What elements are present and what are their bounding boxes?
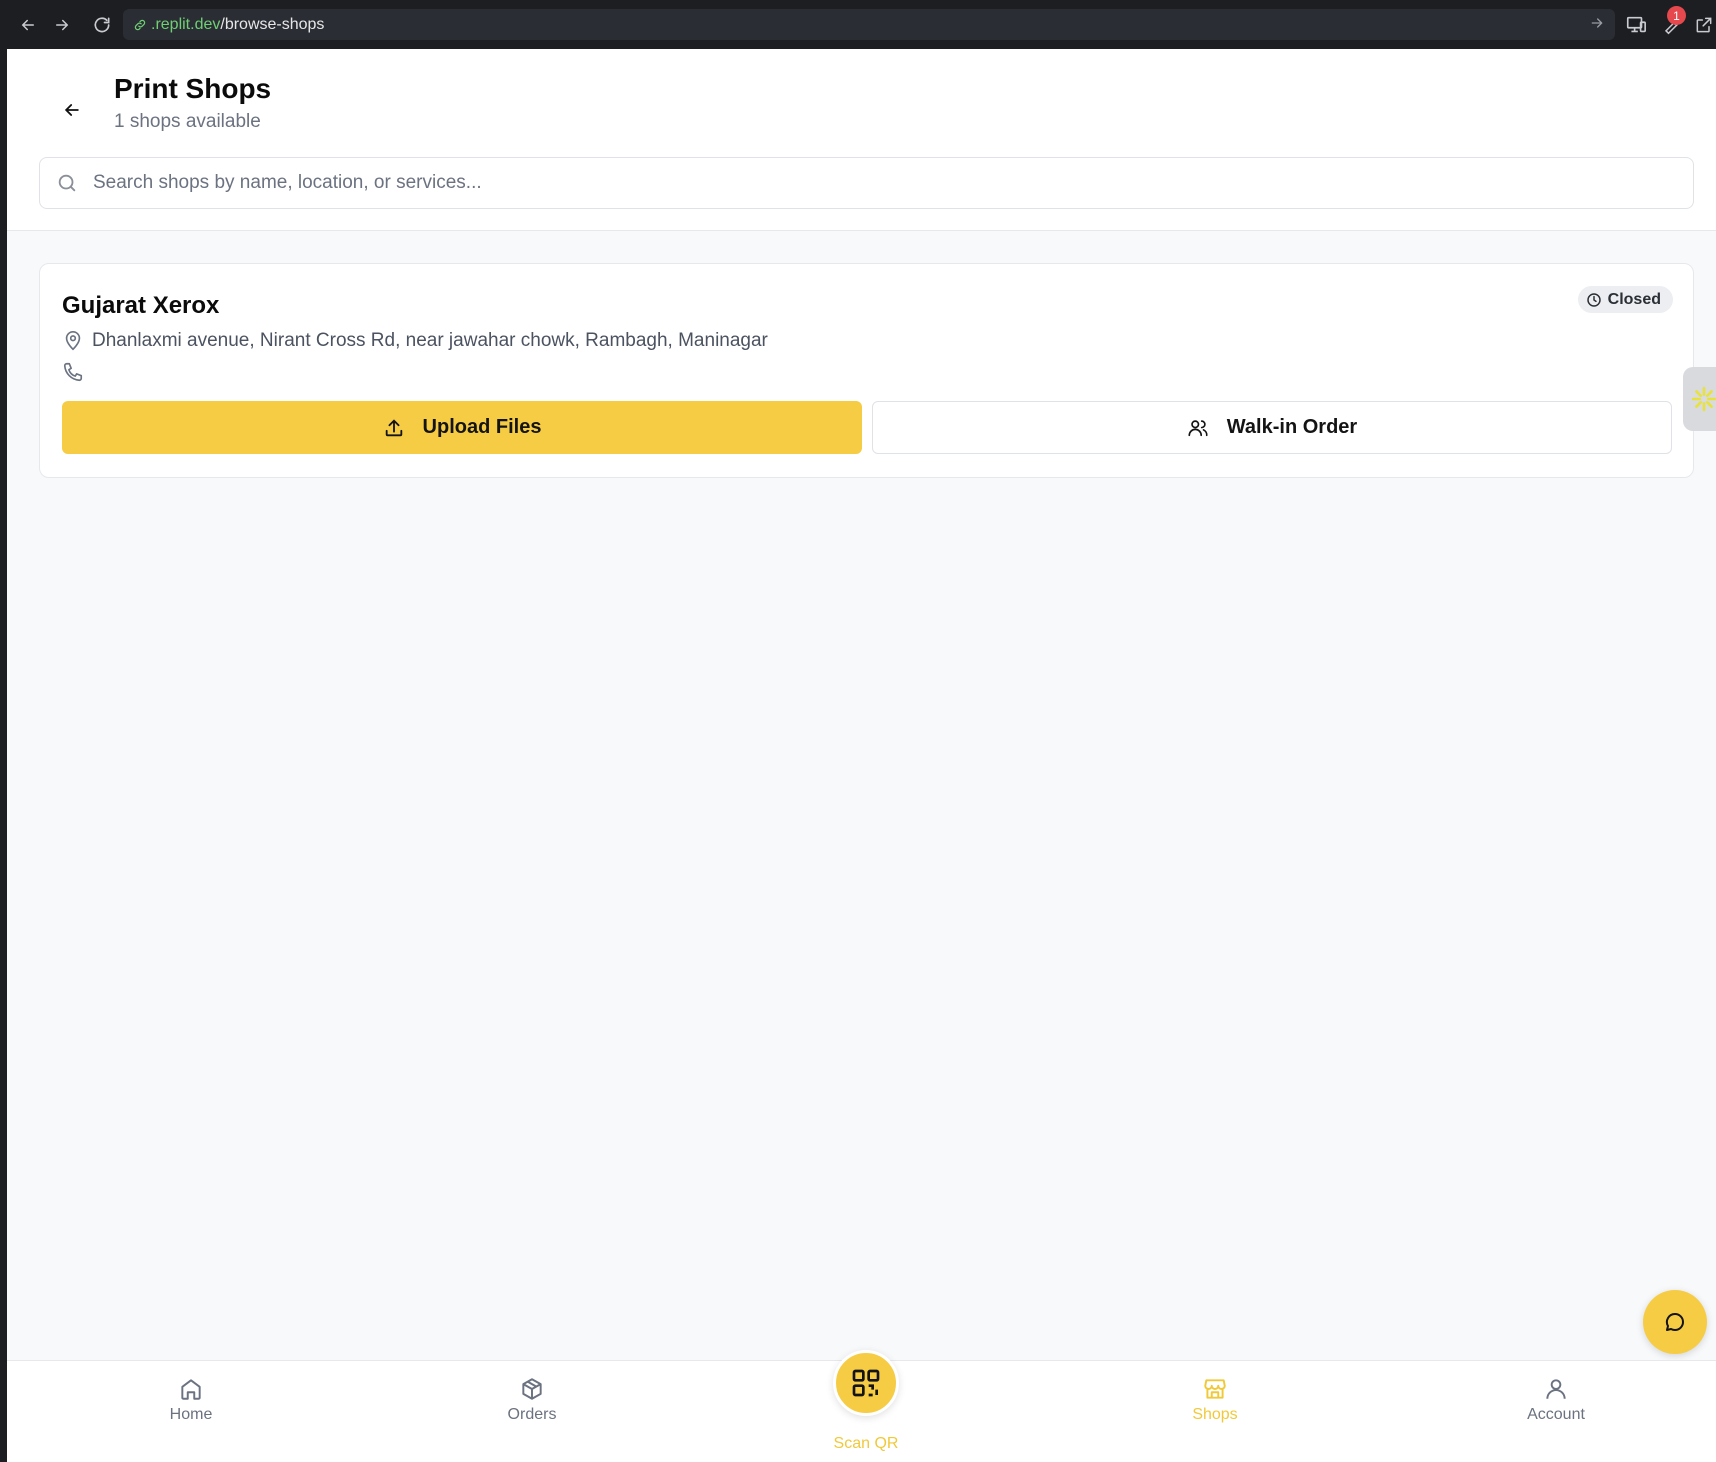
shop-count-subtitle: 1 shops available	[114, 111, 261, 132]
upload-files-button[interactable]: Upload Files	[62, 401, 862, 454]
side-widget-tab[interactable]	[1683, 367, 1716, 431]
nav-shops[interactable]: Shops	[1145, 1361, 1285, 1462]
nav-home[interactable]: Home	[121, 1361, 261, 1462]
nav-account[interactable]: Account	[1486, 1361, 1626, 1462]
browser-toolbar: .replit.dev/browse-shops 1	[0, 0, 1716, 49]
nav-orders-label: Orders	[507, 1406, 557, 1423]
shop-address-row: Dhanlaxmi avenue, Nirant Cross Rd, near …	[62, 330, 768, 352]
nav-orders[interactable]: Orders	[462, 1361, 602, 1462]
browser-reload-icon[interactable]	[86, 10, 118, 40]
shop-name: Gujarat Xerox	[62, 292, 220, 319]
home-icon	[181, 1379, 201, 1400]
search-icon	[56, 172, 78, 199]
address-bar[interactable]: .replit.dev/browse-shops	[123, 9, 1615, 40]
back-button[interactable]	[51, 89, 93, 131]
browser-back-icon[interactable]	[12, 10, 44, 40]
arrow-left-icon	[64, 104, 79, 116]
store-icon	[1204, 1379, 1226, 1399]
clock-icon	[1586, 292, 1601, 307]
browser-forward-icon[interactable]	[46, 10, 78, 40]
search-input[interactable]	[93, 172, 1673, 194]
external-link-icon[interactable]	[1690, 11, 1716, 39]
chat-icon	[1665, 1312, 1684, 1331]
upload-icon	[385, 418, 402, 436]
shop-address: Dhanlaxmi avenue, Nirant Cross Rd, near …	[92, 330, 768, 351]
page-title: Print Shops	[114, 73, 272, 104]
chat-button[interactable]	[1643, 1290, 1707, 1354]
status-label: Closed	[1607, 290, 1661, 308]
search-field[interactable]	[39, 157, 1694, 209]
upload-files-label: Upload Files	[422, 416, 542, 438]
walk-in-order-button[interactable]: Walk-in Order	[872, 401, 1672, 454]
nav-account-label: Account	[1527, 1406, 1585, 1423]
bottom-navigation: Home Orders Scan QR Shops Account	[7, 1350, 1716, 1462]
shop-card: Gujarat Xerox Closed Dhanlaxmi avenue, N…	[39, 263, 1694, 478]
url-host: .replit.dev	[151, 15, 221, 33]
walk-in-order-label: Walk-in Order	[1226, 416, 1358, 438]
app-viewport: Print Shops 1 shops available Gujarat Xe…	[7, 49, 1716, 1462]
url-path: /browse-shops	[220, 15, 325, 33]
users-icon	[1188, 419, 1208, 436]
page-header: Print Shops 1 shops available	[7, 49, 1716, 231]
window-edge	[0, 49, 7, 1462]
nav-home-label: Home	[169, 1406, 213, 1423]
link-icon	[133, 18, 147, 32]
qr-code-icon	[852, 1369, 880, 1397]
user-icon	[1546, 1379, 1566, 1399]
sparkle-icon	[1691, 386, 1716, 412]
notification-badge: 1	[1667, 6, 1686, 25]
scan-qr-label[interactable]: Scan QR	[806, 1435, 926, 1453]
url-go-icon[interactable]	[1589, 15, 1605, 36]
phone-icon[interactable]	[62, 361, 84, 388]
nav-shops-label: Shops	[1192, 1406, 1238, 1423]
devices-icon[interactable]	[1622, 11, 1650, 39]
package-icon	[522, 1378, 542, 1400]
map-pin-icon	[65, 331, 81, 351]
scan-qr-button[interactable]	[833, 1350, 899, 1416]
status-badge: Closed	[1577, 286, 1673, 313]
